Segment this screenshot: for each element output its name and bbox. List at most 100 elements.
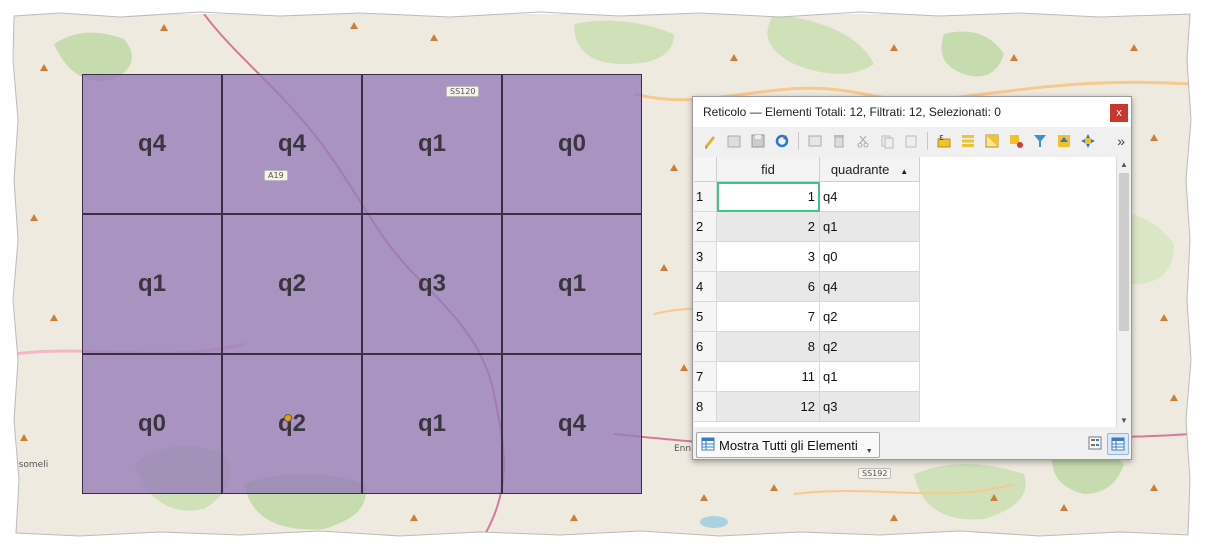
table-header-row: fid quadrante ▲	[694, 157, 920, 182]
quadrante-cell[interactable]: q1	[819, 211, 920, 242]
vertical-scrollbar[interactable]: ▲ ▼	[1116, 157, 1131, 427]
map-point-marker[interactable]	[284, 414, 292, 422]
pan-to-selection-icon[interactable]	[1077, 130, 1099, 152]
cell-label: q1	[137, 270, 166, 297]
fid-cell[interactable]: 2	[716, 211, 820, 242]
row-number[interactable]: 7	[694, 361, 717, 392]
cell-label: q2	[277, 270, 306, 297]
cell-label: q1	[557, 270, 586, 297]
row-number[interactable]: 8	[694, 391, 717, 422]
form-view-icon	[1088, 436, 1102, 450]
select-by-expression-icon[interactable]: ε	[933, 130, 955, 152]
grid-cell[interactable]: q1	[502, 214, 642, 354]
table-row[interactable]: 6 8 q2	[694, 331, 920, 362]
row-number[interactable]: 3	[694, 241, 717, 272]
fid-cell[interactable]: 6	[716, 271, 820, 302]
cell-label: q1	[417, 410, 446, 437]
edit-pencil-icon[interactable]	[699, 130, 721, 152]
svg-text:ε: ε	[939, 133, 944, 143]
table-view-button[interactable]	[1107, 433, 1129, 455]
road-label-a19: A19	[264, 170, 288, 181]
row-number[interactable]: 1	[694, 181, 717, 212]
deselect-all-icon[interactable]	[1005, 130, 1027, 152]
road-label-ss192: SS192	[858, 468, 892, 479]
table-footer: Mostra Tutti gli Elementi ▼	[693, 429, 1131, 459]
close-button[interactable]: x	[1110, 104, 1128, 122]
add-feature-icon[interactable]	[804, 130, 826, 152]
row-number[interactable]: 5	[694, 301, 717, 332]
fid-cell[interactable]: 11	[716, 361, 820, 392]
quadrante-cell[interactable]: q2	[819, 301, 920, 332]
grid-cell[interactable]: q3	[362, 214, 502, 354]
road-label-ss120: SS120	[446, 86, 480, 97]
paste-icon[interactable]	[900, 130, 922, 152]
cell-label: q4	[277, 130, 306, 157]
cut-icon[interactable]	[852, 130, 874, 152]
column-header-label: fid	[761, 161, 775, 177]
copy-icon[interactable]	[876, 130, 898, 152]
quadrante-cell[interactable]: q1	[819, 361, 920, 392]
scroll-up-arrow-icon[interactable]: ▲	[1117, 157, 1131, 171]
grid-cell[interactable]: q1	[82, 214, 222, 354]
fid-cell[interactable]: 3	[716, 241, 820, 272]
fid-cell[interactable]: 1	[716, 181, 820, 212]
multi-edit-icon[interactable]	[723, 130, 745, 152]
grid-cell[interactable]: q0	[502, 74, 642, 214]
table-row[interactable]: 7 11 q1	[694, 361, 920, 392]
quadrante-cell[interactable]: q4	[819, 271, 920, 302]
scroll-down-arrow-icon[interactable]: ▼	[1117, 413, 1131, 427]
grid-cell[interactable]: q1	[362, 354, 502, 494]
form-view-button[interactable]	[1085, 433, 1105, 453]
row-number[interactable]: 6	[694, 331, 717, 362]
attribute-table: fid quadrante ▲ 1 1 q4 2 2 q1 3 3 q0 4 6…	[694, 157, 1131, 427]
table-row[interactable]: 4 6 q4	[694, 271, 920, 302]
fid-cell[interactable]: 8	[716, 331, 820, 362]
table-row[interactable]: 2 2 q1	[694, 211, 920, 242]
quadrante-cell[interactable]: q4	[819, 181, 920, 212]
fid-cell[interactable]: 7	[716, 301, 820, 332]
toolbar-separator	[798, 132, 799, 150]
grid-cell[interactable]: q4	[502, 354, 642, 494]
cell-label: q2	[277, 410, 306, 437]
grid-cell[interactable]: q2	[222, 354, 362, 494]
fid-cell[interactable]: 12	[716, 391, 820, 422]
cell-label: q1	[417, 130, 446, 157]
select-all-icon[interactable]	[957, 130, 979, 152]
quadrante-cell[interactable]: q0	[819, 241, 920, 272]
invert-selection-icon[interactable]	[981, 130, 1003, 152]
table-row[interactable]: 8 12 q3	[694, 391, 920, 422]
row-number[interactable]: 4	[694, 271, 717, 302]
grid-cell[interactable]: q1	[362, 74, 502, 214]
save-edits-icon[interactable]	[747, 130, 769, 152]
reload-icon[interactable]	[771, 130, 793, 152]
toolbar-separator	[927, 132, 928, 150]
delete-feature-icon[interactable]	[828, 130, 850, 152]
column-header-fid[interactable]: fid	[716, 157, 820, 182]
cell-label: q4	[137, 130, 166, 157]
corner-header[interactable]	[694, 157, 717, 182]
cell-label: q3	[417, 270, 446, 297]
move-selection-to-top-icon[interactable]	[1053, 130, 1075, 152]
quadrante-cell[interactable]: q3	[819, 391, 920, 422]
place-label: ssomeli	[14, 460, 49, 470]
window-titlebar[interactable]: Reticolo — Elementi Totali: 12, Filtrati…	[693, 97, 1131, 127]
attribute-table-window: Reticolo — Elementi Totali: 12, Filtrati…	[692, 96, 1132, 460]
window-title: Reticolo — Elementi Totali: 12, Filtrati…	[703, 105, 1001, 119]
table-row[interactable]: 1 1 q4	[694, 181, 920, 212]
grid-cell[interactable]: q4	[82, 74, 222, 214]
column-header-quadrante[interactable]: quadrante ▲	[819, 157, 920, 182]
grid-cell[interactable]: q0	[82, 354, 222, 494]
filter-icon[interactable]	[1029, 130, 1051, 152]
table-row[interactable]: 5 7 q2	[694, 301, 920, 332]
quadrante-cell[interactable]: q2	[819, 331, 920, 362]
grid-cell[interactable]: q4	[222, 74, 362, 214]
scrollbar-thumb[interactable]	[1119, 173, 1129, 331]
table-row[interactable]: 3 3 q0	[694, 241, 920, 272]
cell-label: q0	[137, 410, 166, 437]
toolbar-overflow-button[interactable]: »	[1117, 133, 1125, 149]
show-all-features-dropdown[interactable]: Mostra Tutti gli Elementi ▼	[696, 432, 880, 458]
row-number[interactable]: 2	[694, 211, 717, 242]
grid-cell[interactable]: q2	[222, 214, 362, 354]
cell-label: q0	[557, 130, 586, 157]
cell-label: q4	[557, 410, 586, 437]
